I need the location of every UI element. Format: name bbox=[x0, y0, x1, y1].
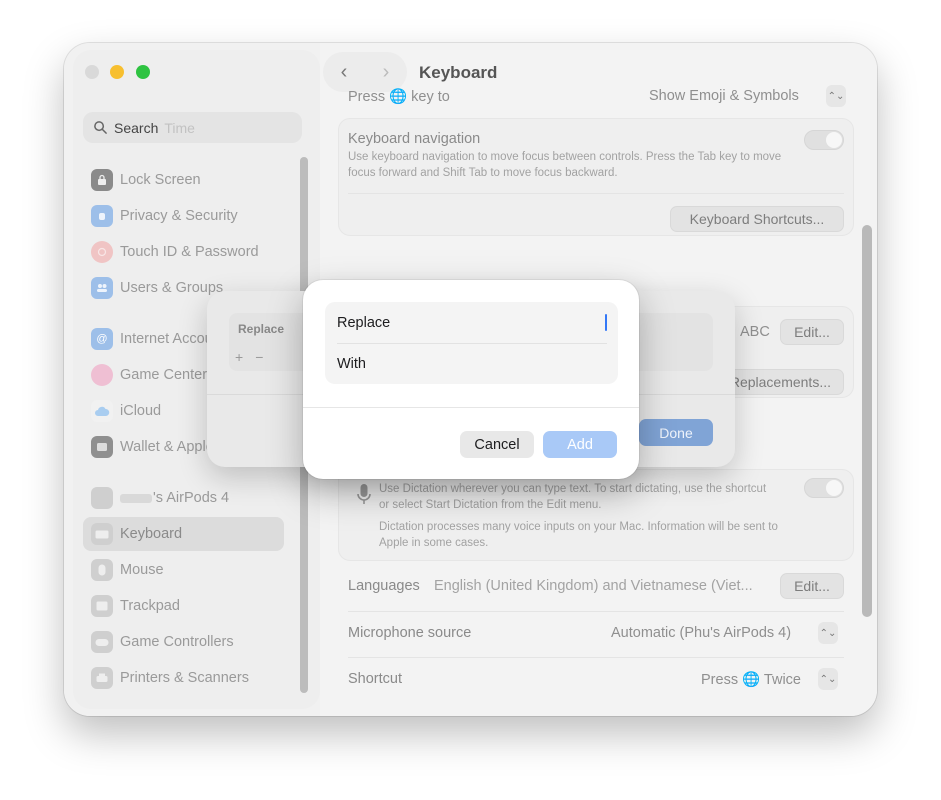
divider bbox=[348, 657, 844, 658]
microphone-source-value[interactable]: Automatic (Phu's AirPods 4) bbox=[611, 625, 791, 641]
shortcut-value[interactable]: Press 🌐 Twice bbox=[701, 671, 801, 688]
sidebar-item-lock-screen[interactable]: Lock Screen bbox=[83, 163, 284, 197]
gamepad-icon bbox=[91, 631, 113, 653]
dictation-toggle[interactable] bbox=[804, 478, 844, 498]
dictation-description: Use Dictation wherever you can type text… bbox=[379, 483, 767, 511]
sidebar-item-label: Touch ID & Password bbox=[120, 244, 259, 260]
navigation-buttons: ‹ › bbox=[323, 52, 407, 92]
dialog-divider bbox=[303, 407, 639, 408]
sidebar-item-label: Trackpad bbox=[120, 598, 180, 614]
mouse-icon bbox=[91, 559, 113, 581]
languages-value: English (United Kingdom) and Vietnamese … bbox=[434, 578, 753, 594]
keyboard-icon bbox=[91, 523, 113, 545]
shortcut-label: Shortcut bbox=[348, 671, 402, 687]
wallet-icon bbox=[91, 436, 113, 458]
replacement-fields: Replace With bbox=[325, 302, 618, 384]
sidebar-item-label: iCloud bbox=[120, 403, 162, 419]
replace-field[interactable]: Replace bbox=[325, 302, 618, 343]
replace-label: Replace bbox=[337, 314, 391, 331]
press-key-label: Press 🌐 key to bbox=[348, 89, 450, 105]
divider bbox=[348, 193, 844, 194]
lock-icon bbox=[91, 169, 113, 191]
text-caret bbox=[605, 314, 607, 331]
languages-label: Languages bbox=[348, 578, 420, 594]
sidebar-item-label: Mouse bbox=[120, 562, 164, 578]
redacted-name bbox=[120, 493, 152, 503]
search-label: Search bbox=[114, 119, 159, 136]
airpods-icon bbox=[91, 487, 113, 509]
game-center-icon bbox=[91, 364, 113, 386]
hand-icon bbox=[91, 205, 113, 227]
sidebar-item-privacy-security[interactable]: Privacy & Security bbox=[83, 199, 284, 233]
zoom-window-button[interactable] bbox=[136, 65, 150, 79]
input-source-value: ABC bbox=[740, 324, 770, 340]
sidebar-item-label: 's AirPods 4 bbox=[153, 490, 230, 506]
languages-edit-button[interactable]: Edit... bbox=[780, 573, 844, 599]
press-key-value[interactable]: Show Emoji & Symbols bbox=[649, 88, 799, 104]
sidebar-item-touch-id[interactable]: Touch ID & Password bbox=[83, 235, 284, 269]
search-field[interactable]: Search Time bbox=[83, 112, 302, 143]
kbnav-description: Use keyboard navigation to move focus be… bbox=[348, 151, 782, 179]
page-title: Keyboard bbox=[419, 63, 498, 82]
printer-icon bbox=[91, 667, 113, 689]
sidebar-item-label: Keyboard bbox=[120, 526, 183, 542]
search-icon bbox=[94, 121, 107, 134]
sidebar-item-label: Game Center bbox=[120, 367, 208, 383]
with-label: With bbox=[337, 355, 366, 372]
sidebar-item-mouse[interactable]: Mouse bbox=[83, 553, 284, 587]
kbnav-title: Keyboard navigation bbox=[348, 131, 481, 147]
sidebar-item-label: Users & Groups bbox=[120, 280, 224, 296]
minimize-window-button[interactable] bbox=[110, 65, 124, 79]
users-icon bbox=[91, 277, 113, 299]
trackpad-icon bbox=[91, 595, 113, 617]
kbnav-toggle[interactable] bbox=[804, 130, 844, 150]
shortcut-stepper-icon[interactable]: ⌃⌄ bbox=[818, 668, 838, 690]
content-scrollbar[interactable] bbox=[862, 225, 872, 617]
add-replacement-dialog: Replace With Cancel Add bbox=[303, 280, 639, 479]
sidebar-item-airpods[interactable]: 's AirPods 4 bbox=[83, 481, 284, 515]
add-remove-controls: +− bbox=[235, 349, 275, 365]
sidebar-item-game-controllers[interactable]: Game Controllers bbox=[83, 625, 284, 659]
fingerprint-icon bbox=[91, 241, 113, 263]
sidebar-item-label: Printers & Scanners bbox=[120, 670, 249, 686]
keyboard-shortcuts-button[interactable]: Keyboard Shortcuts... bbox=[670, 206, 844, 232]
done-button[interactable]: Done bbox=[639, 419, 713, 446]
press-key-stepper-icon[interactable]: ⌃⌄ bbox=[826, 85, 846, 107]
add-row-button[interactable]: + bbox=[235, 349, 255, 365]
sidebar-item-printers-scanners[interactable]: Printers & Scanners bbox=[83, 661, 284, 695]
close-window-button[interactable] bbox=[85, 65, 99, 79]
microphone-icon bbox=[357, 484, 371, 504]
table-header-replace: Replace bbox=[238, 322, 285, 336]
at-icon: @ bbox=[91, 328, 113, 350]
add-button[interactable]: Add bbox=[543, 431, 617, 458]
with-field[interactable]: With bbox=[325, 343, 618, 384]
dictation-privacy-note: Dictation processes many voice inputs on… bbox=[379, 521, 778, 549]
cloud-icon bbox=[91, 400, 113, 422]
remove-row-button[interactable]: − bbox=[255, 349, 275, 365]
sidebar-item-keyboard[interactable]: Keyboard bbox=[83, 517, 284, 551]
input-edit-button[interactable]: Edit... bbox=[780, 319, 844, 345]
forward-chevron-icon[interactable]: › bbox=[383, 61, 390, 84]
microphone-stepper-icon[interactable]: ⌃⌄ bbox=[818, 622, 838, 644]
sidebar-item-label: Lock Screen bbox=[120, 172, 201, 188]
search-ghost-text: Time bbox=[164, 119, 195, 136]
back-chevron-icon[interactable]: ‹ bbox=[341, 61, 348, 84]
sidebar-item-label: Game Controllers bbox=[120, 634, 234, 650]
microphone-source-label: Microphone source bbox=[348, 625, 472, 641]
divider bbox=[348, 611, 844, 612]
sidebar-item-label: Privacy & Security bbox=[120, 208, 238, 224]
sidebar-item-trackpad[interactable]: Trackpad bbox=[83, 589, 284, 623]
cancel-button[interactable]: Cancel bbox=[460, 431, 534, 458]
